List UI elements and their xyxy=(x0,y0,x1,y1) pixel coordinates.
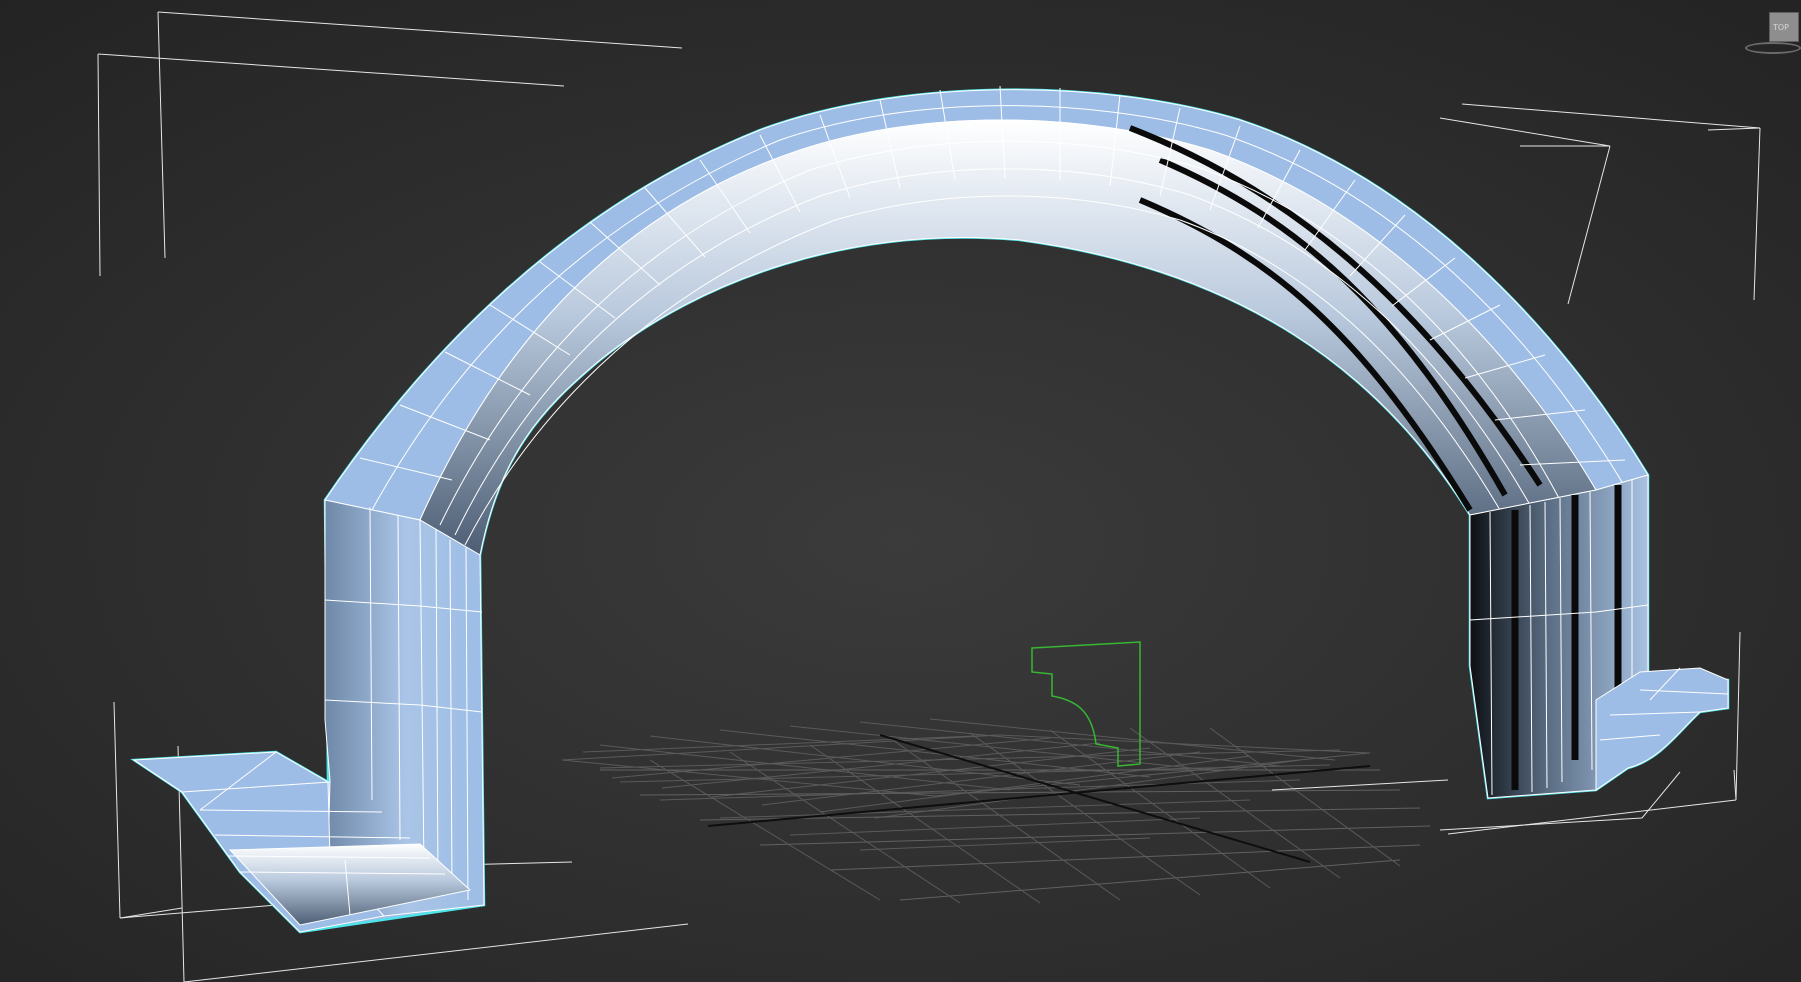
viewcube-compass-ring[interactable] xyxy=(1745,42,1801,54)
viewcube-face[interactable]: TOP xyxy=(1769,12,1799,42)
viewcube[interactable]: TOP xyxy=(1743,8,1801,58)
viewport-perspective[interactable]: TOP xyxy=(0,0,1801,982)
